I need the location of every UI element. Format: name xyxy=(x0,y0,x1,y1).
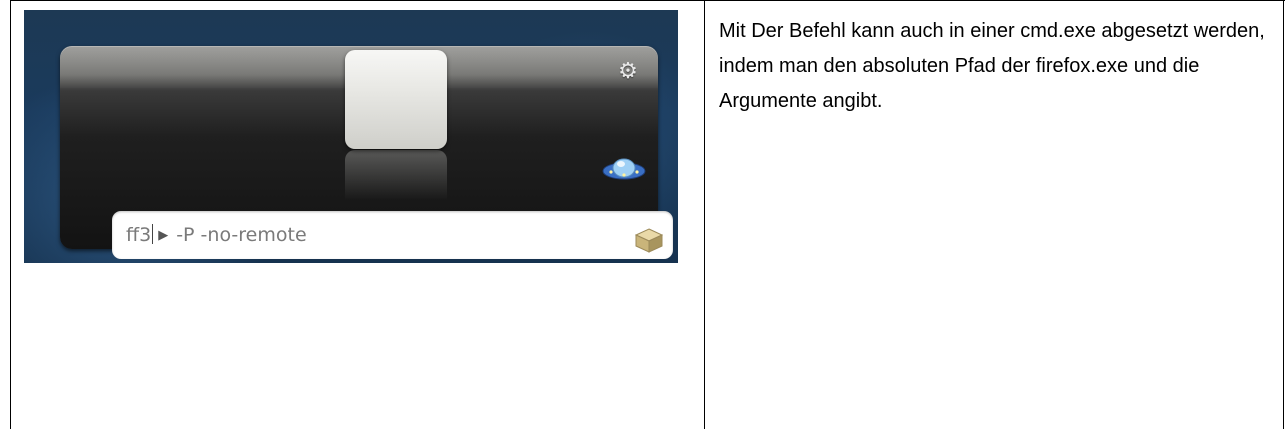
arrow-icon: ▶ xyxy=(158,228,169,243)
ufo-icon xyxy=(602,158,646,180)
command-arguments: -P -no-remote xyxy=(176,224,307,246)
text-caret xyxy=(152,224,154,244)
input-content: ff3 ▶ -P -no-remote xyxy=(126,223,307,247)
typed-command: ff3 xyxy=(126,224,152,246)
gear-icon[interactable]: ⚙ xyxy=(616,60,640,84)
table-border-right xyxy=(1283,0,1284,429)
table-column-divider xyxy=(704,0,705,429)
launcher-screenshot: ⚙ ff3 ▶ -P -no-remote xyxy=(24,10,678,263)
table-border-top xyxy=(10,0,1285,1)
launcher-input[interactable]: ff3 ▶ -P -no-remote xyxy=(112,211,673,259)
launcher-panel: ⚙ ff3 ▶ -P -no-remote xyxy=(60,46,673,259)
handle-reflection xyxy=(345,150,447,200)
table-border-left xyxy=(10,0,11,429)
description-text: Mit Der Befehl kann auch in einer cmd.ex… xyxy=(719,20,1265,112)
launcher-handle[interactable] xyxy=(345,50,447,149)
box-icon[interactable] xyxy=(634,227,664,253)
